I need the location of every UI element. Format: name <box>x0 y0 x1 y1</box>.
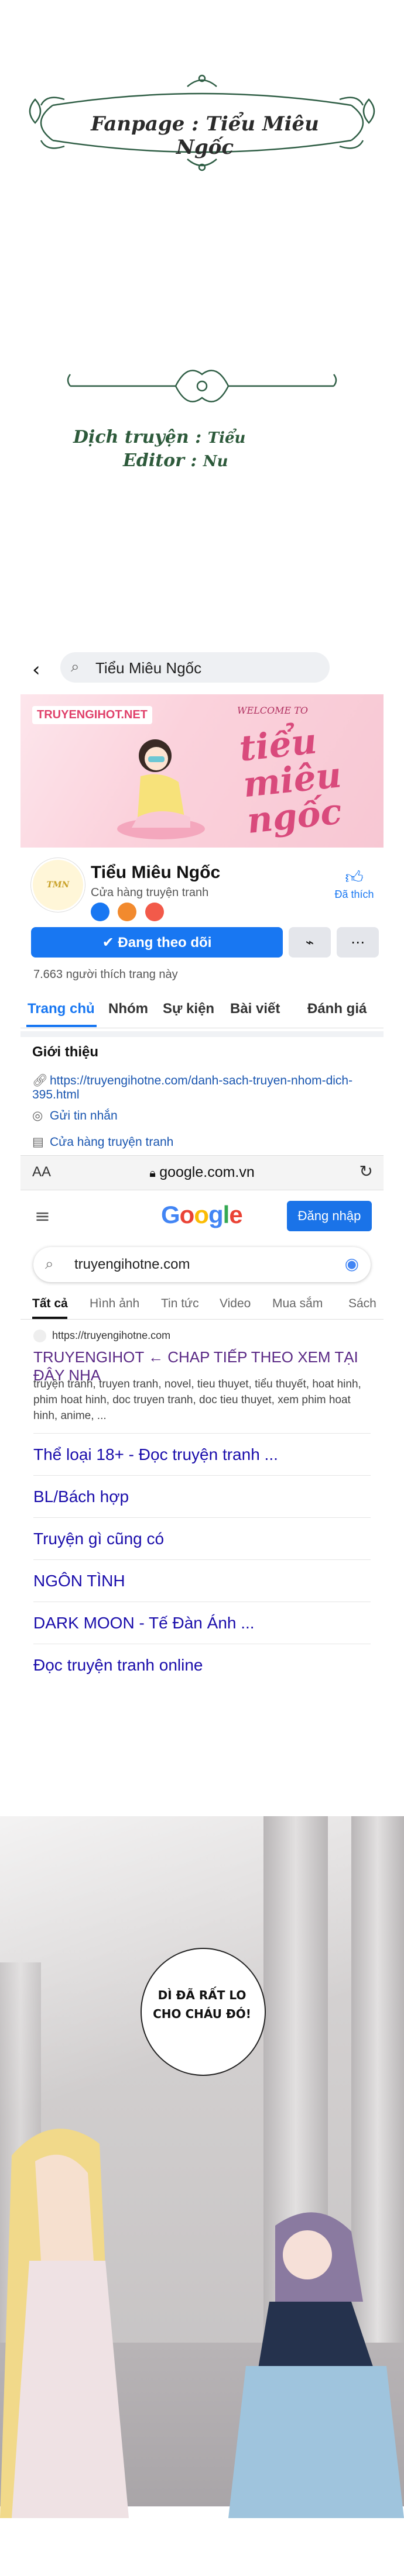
google-query: truyengihotne.com <box>74 1256 190 1272</box>
like-count: 7.663 người thích trang này <box>33 968 178 981</box>
sitelink[interactable]: Truyện gì cũng có <box>33 1517 371 1560</box>
search-query: Tiểu Miêu Ngốc <box>95 659 202 677</box>
tab-groups[interactable]: Nhóm <box>108 1001 148 1017</box>
sign-in-button[interactable]: Đăng nhập <box>287 1201 372 1231</box>
cover-logo-text: TRUYENGIHOT.NET <box>32 706 152 724</box>
cover-photo: TRUYENGIHOT.NET WELCOME TO tiểu miêu ngố… <box>20 694 384 848</box>
tab-posts[interactable]: Bài viết <box>230 1001 280 1017</box>
sitelink[interactable]: Đọc truyện tranh online <box>33 1644 371 1686</box>
tab-shopping[interactable]: Mua sắm <box>272 1297 323 1311</box>
tab-images[interactable]: Hình ảnh <box>90 1297 139 1311</box>
facebook-top-bar: ‹ ⌕ Tiểu Miêu Ngốc <box>20 640 384 693</box>
messenger-button[interactable]: ⌁ <box>289 927 331 958</box>
editor-name: Nu <box>203 453 228 470</box>
sitelink[interactable]: NGÔN TÌNH <box>33 1559 371 1602</box>
reload-icon[interactable]: ↻ <box>360 1162 373 1181</box>
tab-all[interactable]: Tất cả <box>32 1297 68 1311</box>
comic-panel: DÌ ĐÃ RẤT LO CHO CHÁU ĐÓ! <box>0 1816 404 2576</box>
back-arrow-icon[interactable]: ‹ <box>32 658 40 681</box>
address-url: 🔒︎ google.com.vn <box>20 1164 384 1181</box>
page-name: Tiểu Miêu Ngốc <box>91 863 221 882</box>
google-logo: Google <box>161 1201 243 1228</box>
search-icon: ⌕ <box>45 1255 54 1273</box>
result-snippet: truyện tranh, truyen tranh, novel, tieu … <box>33 1378 361 1422</box>
following-button[interactable]: ✔ Đang theo dõi <box>31 927 283 958</box>
intro-heading: Giới thiệu <box>32 1044 99 1060</box>
menu-icon[interactable]: ≡ <box>35 1205 50 1227</box>
lock-icon: 🔒︎ <box>149 1166 160 1180</box>
translator-credit: Dịch truyện : Tiểu <box>73 427 245 447</box>
result-favicon-icon <box>33 1330 46 1342</box>
messenger-badge-icon <box>91 903 109 921</box>
url-text: google.com.vn <box>159 1164 255 1180</box>
phone-screenshot: ‹ ⌕ Tiểu Miêu Ngốc TRUYENGIHOT.NET WELCO… <box>20 640 384 1816</box>
translator-label: Dịch truyện : <box>73 427 202 447</box>
shop-badge-icon <box>118 903 137 921</box>
lens-icon[interactable]: ◉ <box>345 1254 359 1273</box>
editor-credit: Editor : Nu <box>123 450 228 471</box>
liked-button[interactable]: 👍︎ Đã thích <box>334 867 375 901</box>
result-url[interactable]: https://truyengihotne.com <box>52 1330 170 1342</box>
intro-message-text: Gửi tin nhắn <box>50 1109 118 1122</box>
messenger-icon: ⌁ <box>305 934 314 950</box>
translator-name: Tiểu <box>207 429 246 447</box>
thumbs-up-icon: 👍︎ <box>345 867 364 888</box>
intro-message-row[interactable]: ◎ Gửi tin nhắn <box>32 1108 118 1123</box>
sitelink[interactable]: DARK MOON - Tế Đàn Ánh ... <box>33 1602 371 1644</box>
cover-script-text: tiểu miêu ngốc <box>237 721 344 842</box>
tab-books[interactable]: Sách <box>348 1297 376 1311</box>
sitelink[interactable]: BL/Bách hợp <box>33 1475 371 1518</box>
liked-label: Đã thích <box>334 888 374 900</box>
intro-shop-row[interactable]: ▤ Cửa hàng truyện tranh <box>32 1135 173 1149</box>
shop-icon: ▤ <box>32 1135 44 1149</box>
tab-video[interactable]: Video <box>220 1297 251 1311</box>
more-icon: ⋯ <box>351 934 365 950</box>
page-category: Cửa hàng truyện tranh <box>91 886 209 899</box>
credit-ornament <box>67 370 337 402</box>
following-label: Đang theo dõi <box>118 935 212 950</box>
messenger-icon: ◎ <box>32 1108 43 1122</box>
page-avatar[interactable]: TMN <box>31 858 85 912</box>
tab-home[interactable]: Trang chủ <box>28 1001 95 1017</box>
tab-reviews[interactable]: Đánh giá <box>307 1001 367 1017</box>
banner-section: Fanpage : Tiểu Miêu Ngốc Dịch truyện : T… <box>0 0 404 640</box>
page-badges <box>91 903 170 924</box>
intro-shop-text: Cửa hàng truyện tranh <box>50 1135 174 1149</box>
sitelink[interactable]: Thể loại 18+ - Đọc truyện tranh ... <box>33 1433 371 1476</box>
active-tab-indicator <box>26 1025 97 1027</box>
star-badge-icon <box>145 903 164 921</box>
google-search-box[interactable]: ⌕ truyengihotne.com ◉ <box>33 1247 371 1282</box>
facebook-search-bar[interactable]: ⌕ Tiểu Miêu Ngốc <box>60 652 330 683</box>
intro-link-text: https://truyengihotne.com/danh-sach-truy… <box>32 1074 353 1101</box>
cover-illustration <box>117 739 205 839</box>
tab-news[interactable]: Tin tức <box>161 1297 199 1311</box>
speech-text: DÌ ĐÃ RẤT LO CHO CHÁU ĐÓ! <box>153 1988 251 2021</box>
section-divider <box>20 1031 384 1037</box>
cover-welcome-text: WELCOME TO <box>237 705 309 716</box>
fanpage-title: Fanpage : Tiểu Miêu Ngốc <box>91 112 319 159</box>
search-icon: ⌕ <box>71 658 80 676</box>
browser-address-bar[interactable]: AA 🔒︎ google.com.vn ↻ <box>20 1155 384 1190</box>
link-icon: 🔗︎ <box>32 1073 48 1087</box>
characters-illustration <box>0 2129 404 2518</box>
more-options-button[interactable]: ⋯ <box>337 927 379 958</box>
tab-events[interactable]: Sự kiện <box>163 1001 214 1017</box>
intro-link-row[interactable]: 🔗︎ https://truyengihotne.com/danh-sach-tr… <box>32 1073 384 1102</box>
google-tabs: Tất cả Hình ảnh Tin tức Video Mua sắm Sá… <box>20 1290 384 1320</box>
editor-label: Editor : <box>123 450 197 471</box>
follow-icon: ✔ <box>102 934 114 950</box>
page-tabs: Trang chủ Nhóm Sự kiện Bài viết Đánh giá <box>20 990 384 1028</box>
active-google-tab-indicator <box>32 1317 67 1319</box>
